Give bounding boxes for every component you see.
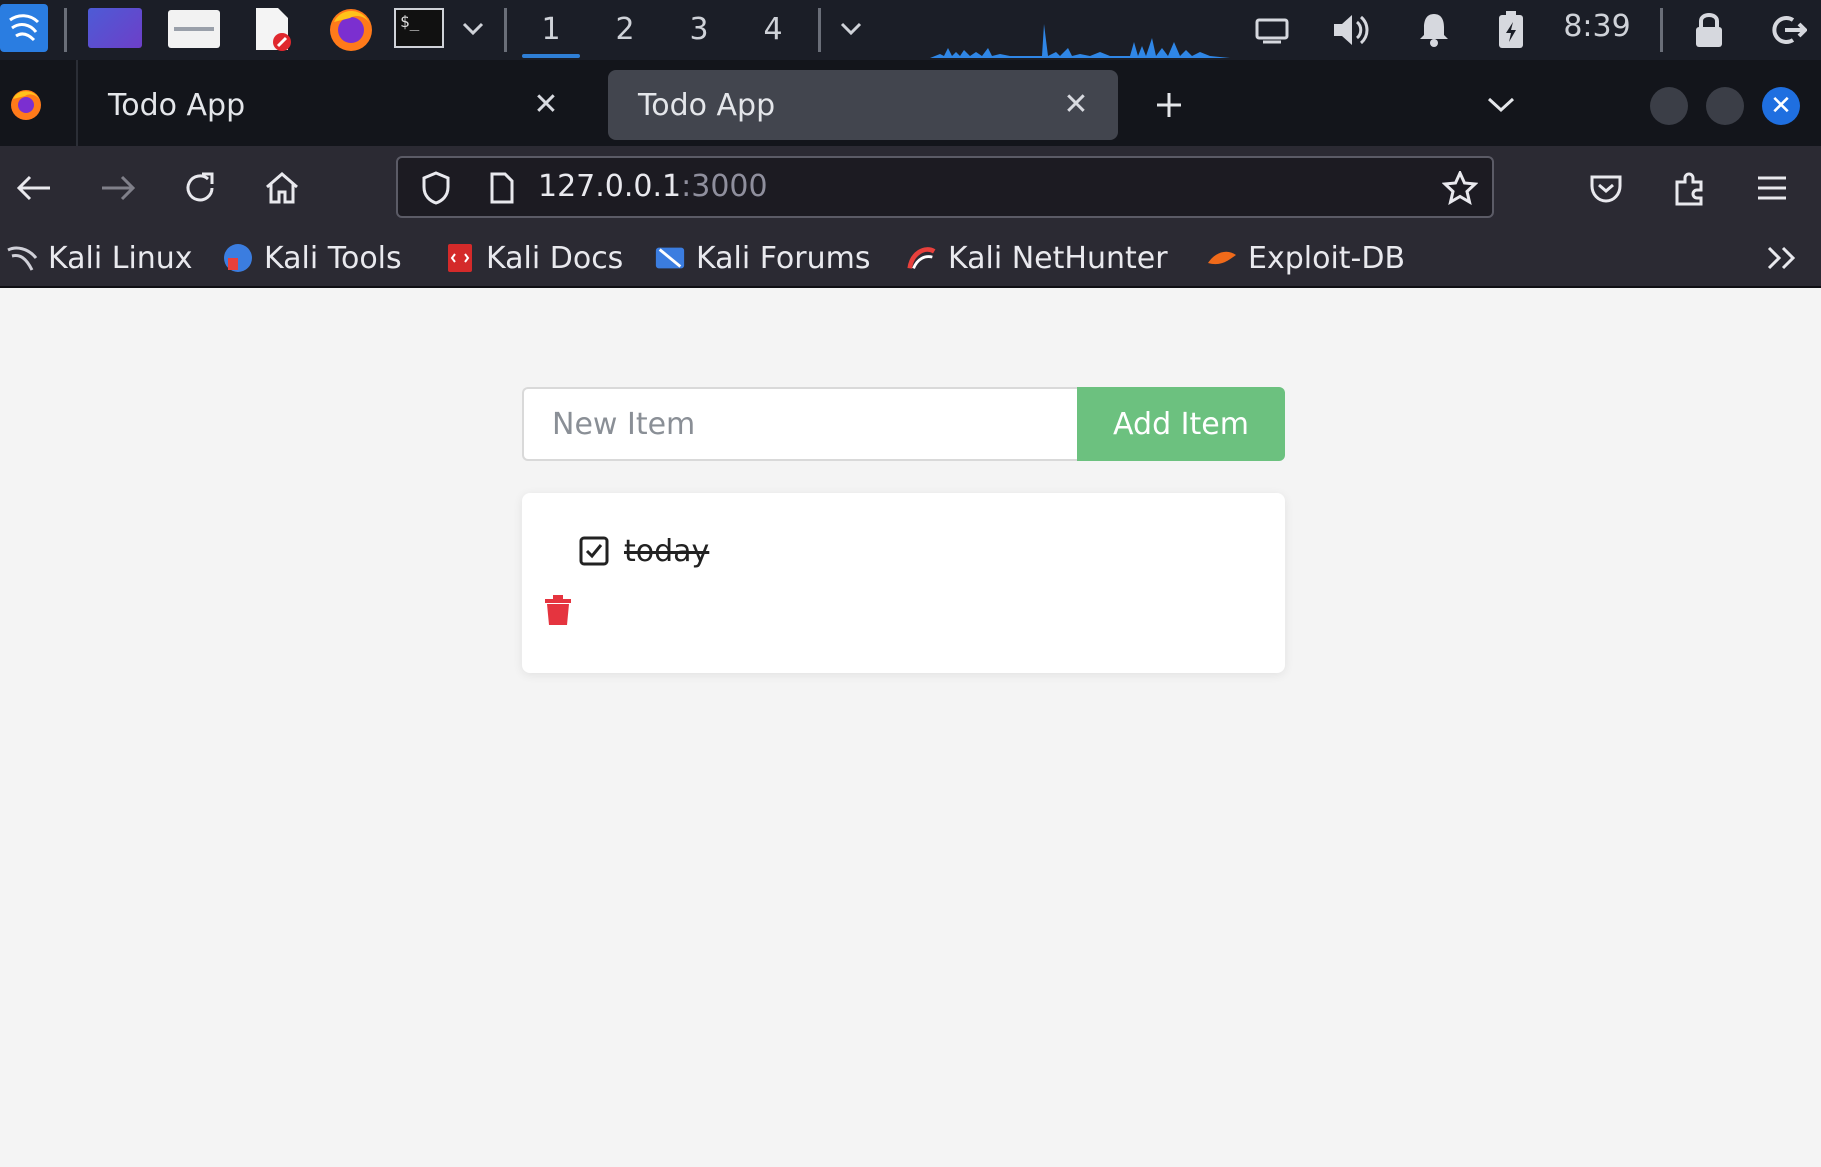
chevron-down-icon[interactable] [458, 14, 488, 44]
workspace-1[interactable]: 1 [516, 0, 586, 58]
file-manager-icon[interactable] [168, 10, 220, 48]
add-item-button[interactable]: Add Item [1077, 387, 1285, 461]
tab-todo-app-active[interactable]: Todo App ✕ [608, 70, 1118, 140]
back-arrow-icon[interactable] [6, 160, 62, 216]
browser-tab-strip: Todo App ✕ Todo App ✕ ✕ [0, 60, 1821, 146]
checked-checkbox-icon[interactable] [576, 533, 612, 569]
bookmark-kali-forums[interactable]: Kali Forums [654, 230, 870, 286]
network-icon[interactable] [1252, 10, 1292, 50]
kali-dragon-icon [6, 242, 38, 274]
todo-app-page: Add Item today [0, 290, 1821, 1167]
workspace-2[interactable]: 2 [590, 0, 660, 58]
home-icon[interactable] [254, 160, 310, 216]
clock[interactable]: 8:39 [1552, 0, 1642, 52]
url-host: 127.0.0.1 [538, 169, 682, 204]
maximize-button[interactable] [1706, 87, 1744, 125]
bookmark-kali-tools[interactable]: Kali Tools [222, 230, 402, 286]
trash-icon[interactable] [542, 593, 574, 627]
logout-icon[interactable] [1766, 8, 1810, 52]
bookmark-label: Kali Docs [486, 240, 624, 276]
kali-docs-icon [444, 242, 476, 274]
page-info-icon[interactable] [482, 168, 522, 208]
reload-icon[interactable] [172, 160, 228, 216]
pocket-icon[interactable] [1578, 160, 1634, 216]
bookmark-kali-linux[interactable]: Kali Linux [6, 230, 193, 286]
tab-title: Todo App [108, 87, 246, 123]
battery-icon[interactable] [1494, 8, 1528, 52]
new-item-form: Add Item [522, 387, 1285, 461]
bell-icon[interactable] [1414, 8, 1454, 50]
bookmark-label: Exploit-DB [1248, 240, 1406, 276]
exploit-db-icon [1206, 242, 1238, 274]
lock-icon[interactable] [1690, 8, 1728, 52]
firefox-view-icon[interactable] [6, 84, 46, 124]
close-tab-icon[interactable]: ✕ [526, 84, 566, 124]
minimize-button[interactable] [1650, 87, 1688, 125]
chevron-down-icon[interactable] [836, 14, 866, 44]
todo-item-text: today [624, 533, 710, 569]
workspace-3[interactable]: 3 [664, 0, 734, 58]
bookmark-label: Kali Forums [696, 240, 871, 276]
bookmark-label: Kali Tools [264, 240, 402, 276]
desktop-icon[interactable] [88, 8, 142, 48]
tab-todo-app[interactable]: Todo App ✕ [78, 70, 588, 140]
bookmark-kali-docs[interactable]: Kali Docs [444, 230, 623, 286]
list-item: today [576, 531, 709, 571]
more-bookmarks-icon[interactable] [1760, 238, 1804, 278]
bookmark-label: Kali NetHunter [948, 240, 1168, 276]
system-taskbar: $_ 1 2 3 4 8:39 [0, 0, 1821, 60]
taskbar-separator [504, 8, 507, 52]
terminal-icon[interactable]: $_ [394, 8, 444, 48]
forward-arrow-icon[interactable] [90, 160, 146, 216]
hamburger-menu-icon[interactable] [1744, 160, 1800, 216]
kali-tools-icon [222, 242, 254, 274]
kali-menu-icon[interactable] [0, 4, 48, 52]
url-bar[interactable]: 127.0.0.1:3000 [396, 156, 1494, 218]
new-item-input[interactable] [522, 387, 1077, 461]
workspace-4[interactable]: 4 [738, 0, 808, 58]
kali-forums-icon [654, 242, 686, 274]
tab-title: Todo App [638, 87, 776, 123]
bookmarks-toolbar: Kali Linux Kali Tools Kali Docs Kali For… [0, 230, 1821, 288]
url-port: :3000 [681, 169, 768, 204]
bookmark-label: Kali Linux [48, 240, 193, 276]
taskbar-separator [64, 8, 67, 52]
new-tab-icon[interactable] [1146, 82, 1192, 128]
todo-list: today [522, 493, 1285, 673]
bookmark-kali-nethunter[interactable]: Kali NetHunter [906, 230, 1168, 286]
taskbar-separator [1660, 8, 1663, 52]
shield-icon[interactable] [414, 166, 458, 210]
volume-icon[interactable] [1330, 8, 1374, 52]
url-text[interactable]: 127.0.0.1:3000 [538, 158, 768, 216]
cpu-monitor-graph [930, 24, 1230, 58]
kali-nethunter-icon [906, 242, 938, 274]
close-tab-icon[interactable]: ✕ [1056, 84, 1096, 124]
bookmark-exploit-db[interactable]: Exploit-DB [1206, 230, 1405, 286]
extensions-icon[interactable] [1662, 160, 1718, 216]
star-bookmark-icon[interactable] [1438, 166, 1482, 210]
firefox-icon[interactable] [326, 4, 376, 54]
list-all-tabs-icon[interactable] [1478, 82, 1524, 128]
text-editor-icon[interactable] [252, 6, 292, 52]
taskbar-separator [818, 8, 821, 52]
browser-navigation-bar: 127.0.0.1:3000 [0, 146, 1821, 230]
close-window-button[interactable]: ✕ [1762, 87, 1800, 125]
